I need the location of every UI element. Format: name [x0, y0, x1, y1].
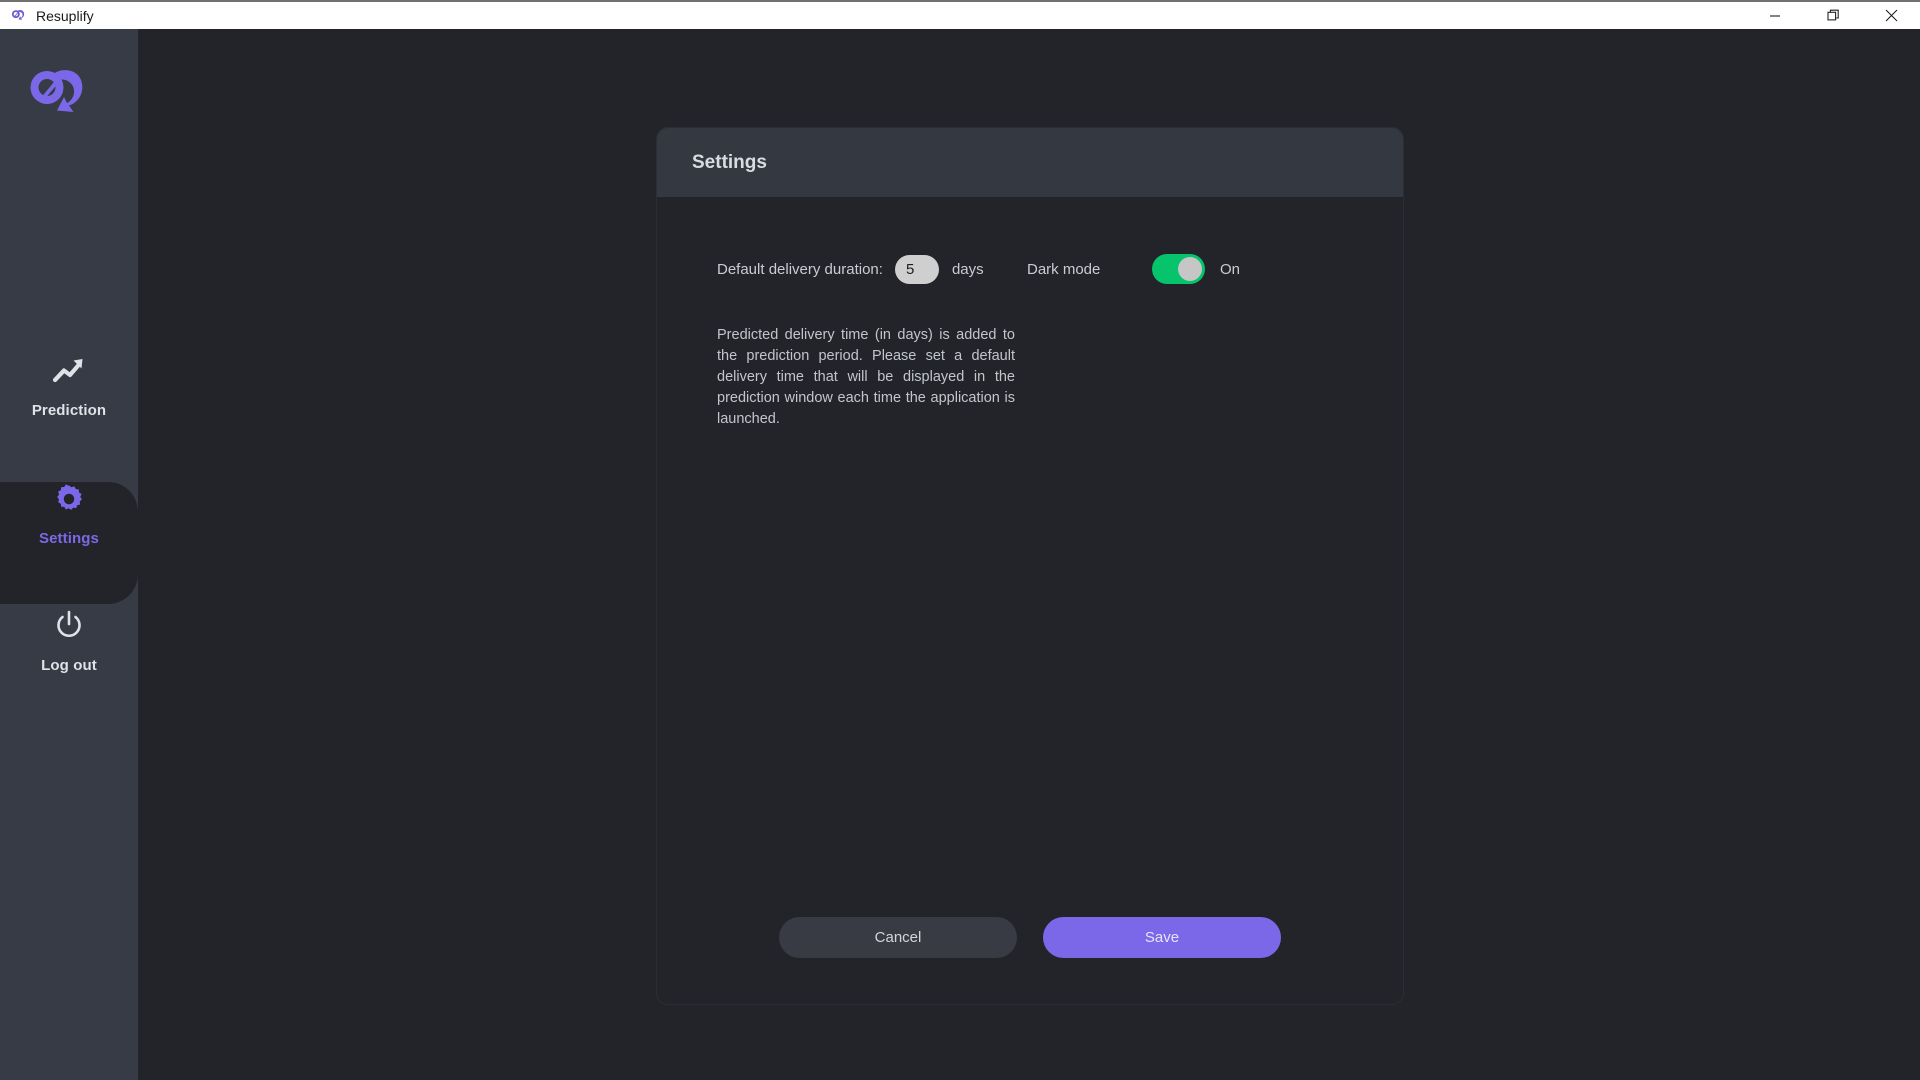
- sidebar: Prediction Settings Log out: [0, 29, 138, 1080]
- resuplify-loop-logo-icon: [25, 62, 91, 124]
- duration-unit-label: days: [951, 260, 984, 278]
- settings-card-footer: Cancel Save: [657, 917, 1403, 958]
- default-delivery-duration-group: Default delivery duration: days: [717, 249, 984, 289]
- dark-mode-label: Dark mode: [1027, 260, 1101, 278]
- restore-window-icon: [1826, 9, 1840, 22]
- minimize-icon: [1769, 10, 1781, 22]
- sidebar-item-label: Settings: [39, 530, 99, 547]
- titlebar-left-group: Resuplify: [0, 7, 94, 24]
- settings-top-row: Default delivery duration: days Dark mod…: [657, 249, 1403, 289]
- default-delivery-duration-input[interactable]: [894, 254, 939, 284]
- power-icon: [53, 609, 85, 646]
- minimize-button[interactable]: [1746, 2, 1804, 29]
- window-controls: [1746, 2, 1920, 29]
- sidebar-item-label: Log out: [41, 657, 97, 674]
- maximize-button[interactable]: [1804, 2, 1862, 29]
- dark-mode-toggle[interactable]: [1152, 254, 1205, 284]
- trending-up-icon: [51, 354, 87, 391]
- dark-mode-state-label: On: [1220, 260, 1241, 278]
- toggle-knob: [1178, 257, 1202, 281]
- dark-mode-group: Dark mode On: [1027, 249, 1240, 289]
- close-button[interactable]: [1862, 2, 1920, 29]
- settings-card-header: Settings: [657, 128, 1403, 197]
- default-delivery-duration-label: Default delivery duration:: [717, 260, 883, 278]
- sidebar-item-label: Prediction: [31, 402, 107, 419]
- window-titlebar: Resuplify: [0, 0, 1920, 29]
- page-title: Settings: [692, 151, 767, 173]
- sidebar-item-prediction[interactable]: Prediction: [0, 354, 138, 419]
- cancel-button[interactable]: Cancel: [779, 917, 1017, 958]
- app-title: Resuplify: [36, 7, 94, 24]
- close-icon: [1885, 9, 1898, 22]
- save-button[interactable]: Save: [1043, 917, 1281, 958]
- gear-icon: [54, 484, 84, 519]
- main-content-area: Settings Default delivery duration: days…: [138, 29, 1920, 1080]
- settings-card: Settings Default delivery duration: days…: [656, 127, 1404, 1005]
- sidebar-item-settings[interactable]: Settings: [0, 484, 138, 547]
- sidebar-item-logout[interactable]: Log out: [0, 609, 138, 674]
- resuplify-loop-logo-icon: [10, 7, 27, 24]
- settings-description-text: Predicted delivery time (in days) is add…: [717, 327, 1015, 427]
- settings-card-body: Default delivery duration: days Dark mod…: [657, 197, 1403, 1004]
